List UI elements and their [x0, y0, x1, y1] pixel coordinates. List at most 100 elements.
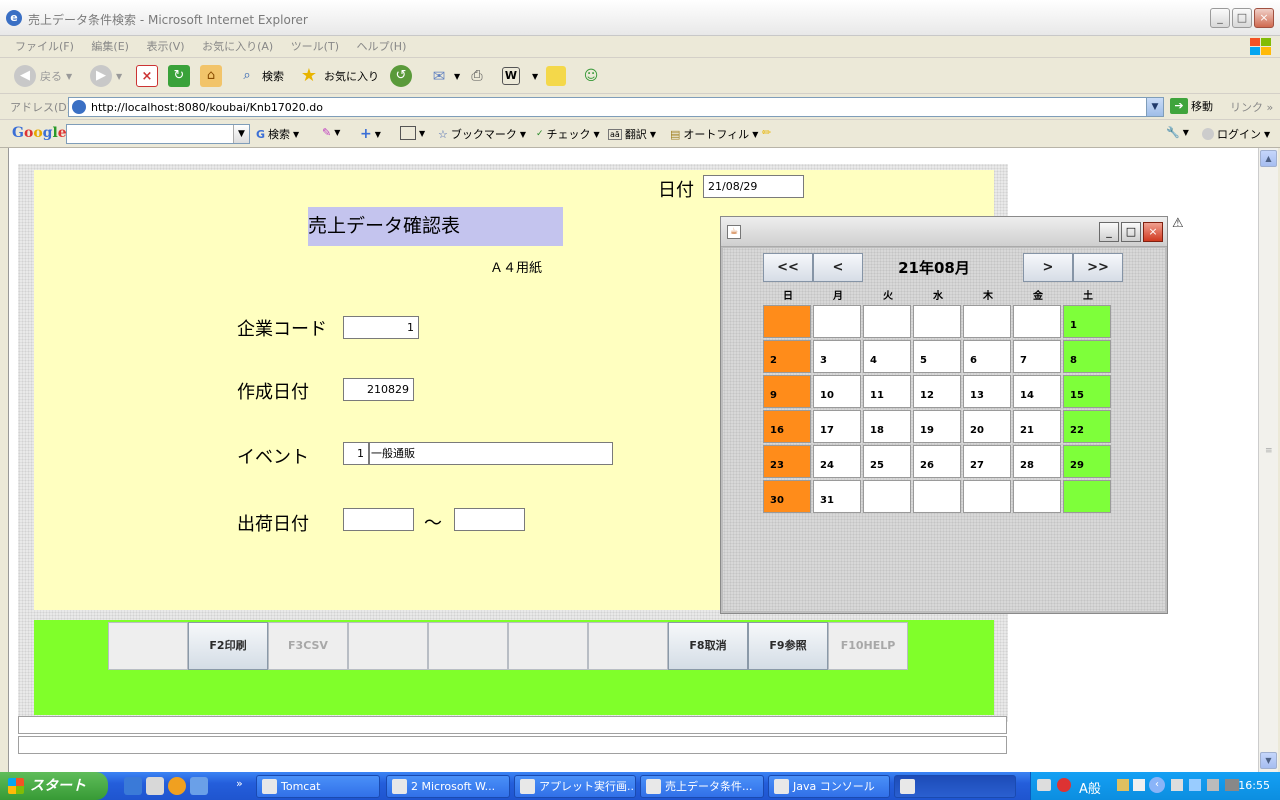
vertical-scrollbar[interactable]: ▲ ≡ ▼	[1258, 148, 1278, 772]
calendar-day-cell[interactable]: 9	[763, 375, 811, 408]
calendar-day-cell[interactable]: 7	[1013, 340, 1061, 373]
calendar-day-cell[interactable]: 20	[963, 410, 1011, 443]
quicklaunch-image-icon[interactable]	[146, 777, 164, 795]
google-autofill-button[interactable]: ▤ オートフィル ▼	[670, 126, 758, 142]
google-search-dropdown-icon[interactable]: ▼	[233, 125, 249, 143]
calendar-day-cell[interactable]: 30	[763, 480, 811, 513]
calendar-titlebar[interactable]: ☕ _ □ ×	[721, 217, 1167, 247]
date-field[interactable]: 21/08/29	[703, 175, 804, 198]
refresh-button[interactable]: ↻	[168, 64, 190, 88]
ime-icon[interactable]	[1057, 778, 1071, 792]
calendar-day-cell[interactable]: 28	[1013, 445, 1061, 478]
calendar-day-cell[interactable]: 5	[913, 340, 961, 373]
edit-button[interactable]: W ▼	[502, 64, 538, 88]
mail-button[interactable]: ✉ ▼	[428, 64, 460, 88]
ime-mode[interactable]: A般	[1079, 778, 1101, 797]
stop-button[interactable]: ×	[136, 64, 158, 88]
scroll-up-icon[interactable]: ▲	[1260, 150, 1277, 167]
address-dropdown-icon[interactable]: ▼	[1146, 98, 1163, 116]
taskbar-task[interactable]: Java コンソール	[768, 775, 890, 798]
calendar-day-cell[interactable]	[763, 305, 811, 338]
calendar-day-cell[interactable]: 3	[813, 340, 861, 373]
quicklaunch-ie-icon[interactable]	[124, 777, 142, 795]
go-button[interactable]: ➔ 移動	[1170, 98, 1213, 114]
prev-month-button[interactable]: <	[813, 253, 863, 282]
calendar-day-cell[interactable]: 13	[963, 375, 1011, 408]
calendar-day-cell[interactable]	[913, 305, 961, 338]
menu-favorites[interactable]: お気に入り(A)	[195, 36, 280, 58]
google-pen-button[interactable]: ✏	[762, 126, 771, 139]
google-login-button[interactable]: ログイン ▼	[1202, 126, 1270, 142]
calendar-day-cell[interactable]: 11	[863, 375, 911, 408]
menu-edit[interactable]: 編集(E)	[84, 36, 136, 58]
calendar-day-cell[interactable]	[1063, 480, 1111, 513]
tray-expand-icon[interactable]: ‹	[1149, 777, 1165, 793]
prev-year-button[interactable]: <<	[763, 253, 813, 282]
calendar-day-cell[interactable]: 25	[863, 445, 911, 478]
calendar-day-cell[interactable]	[913, 480, 961, 513]
calendar-day-cell[interactable]: 14	[1013, 375, 1061, 408]
calendar-day-cell[interactable]: 8	[1063, 340, 1111, 373]
google-search-input[interactable]: ▼	[66, 124, 250, 144]
ship-date-from-field[interactable]	[343, 508, 414, 531]
quicklaunch-media-icon[interactable]	[168, 777, 186, 795]
calendar-day-cell[interactable]: 22	[1063, 410, 1111, 443]
back-button[interactable]: ◀ 戻る ▼	[14, 64, 72, 88]
menu-file[interactable]: ファイル(F)	[8, 36, 81, 58]
scroll-down-icon[interactable]: ▼	[1260, 752, 1277, 769]
history-button[interactable]: ↺	[390, 64, 412, 88]
taskbar-task[interactable]: 売上データ条件...	[640, 775, 764, 798]
google-add-button[interactable]: + ▼	[360, 126, 381, 142]
calendar-day-cell[interactable]	[963, 480, 1011, 513]
google-check-button[interactable]: ✓ チェック ▼	[536, 126, 600, 142]
menu-help[interactable]: ヘルプ(H)	[350, 36, 414, 58]
favorites-button[interactable]: ★ お気に入り	[298, 64, 379, 88]
minimize-button[interactable]: _	[1210, 8, 1230, 28]
calendar-day-cell[interactable]	[863, 305, 911, 338]
calendar-day-cell[interactable]: 15	[1063, 375, 1111, 408]
messenger-button[interactable]: ☺	[580, 64, 602, 88]
calendar-day-cell[interactable]: 24	[813, 445, 861, 478]
fkey-8[interactable]: F8取消	[668, 622, 748, 670]
calendar-day-cell[interactable]	[1013, 305, 1061, 338]
created-date-field[interactable]: 210829	[343, 378, 414, 401]
quicklaunch-more-icon[interactable]: »	[236, 777, 243, 790]
taskbar-task[interactable]	[894, 775, 1016, 798]
address-input[interactable]: http://localhost:8080/koubai/Knb17020.do…	[68, 97, 1164, 117]
calendar-day-cell[interactable]	[813, 305, 861, 338]
calendar-day-cell[interactable]: 6	[963, 340, 1011, 373]
menu-view[interactable]: 表示(V)	[139, 36, 191, 58]
company-code-field[interactable]: 1	[343, 316, 419, 339]
event-code-field[interactable]: 1	[343, 442, 369, 465]
calendar-day-cell[interactable]: 16	[763, 410, 811, 443]
calendar-day-cell[interactable]	[1013, 480, 1061, 513]
google-translate-button[interactable]: aā 翻訳 ▼	[608, 126, 656, 142]
taskbar-task[interactable]: 2 Microsoft W...	[386, 775, 510, 798]
calendar-minimize-button[interactable]: _	[1099, 222, 1119, 242]
calendar-day-cell[interactable]: 27	[963, 445, 1011, 478]
print-button[interactable]: ⎙	[466, 64, 488, 88]
calendar-close-button[interactable]: ×	[1143, 222, 1163, 242]
calendar-day-cell[interactable]: 21	[1013, 410, 1061, 443]
calendar-day-cell[interactable]: 23	[763, 445, 811, 478]
discuss-button[interactable]	[546, 64, 566, 88]
calendar-day-cell[interactable]: 12	[913, 375, 961, 408]
home-button[interactable]: ⌂	[200, 64, 222, 88]
next-year-button[interactable]: >>	[1073, 253, 1123, 282]
calendar-day-cell[interactable]: 26	[913, 445, 961, 478]
calendar-maximize-button[interactable]: □	[1121, 222, 1141, 242]
fkey-2[interactable]: F2印刷	[188, 622, 268, 670]
calendar-day-cell[interactable]: 31	[813, 480, 861, 513]
calendar-day-cell[interactable]	[863, 480, 911, 513]
fkey-9[interactable]: F9参照	[748, 622, 828, 670]
google-popup-button[interactable]: ▼	[400, 126, 425, 140]
google-search-button[interactable]: G 検索 ▼	[256, 126, 299, 142]
google-bookmarks-button[interactable]: ☆ ブックマーク ▼	[438, 126, 526, 142]
taskbar-task[interactable]: Tomcat	[256, 775, 380, 798]
start-button[interactable]: スタート	[0, 772, 108, 800]
search-button[interactable]: ⌕ 検索	[236, 64, 284, 88]
taskbar-task[interactable]: アプレット実行画...	[514, 775, 636, 798]
calendar-day-cell[interactable]: 10	[813, 375, 861, 408]
calendar-day-cell[interactable]: 1	[1063, 305, 1111, 338]
calendar-day-cell[interactable]: 17	[813, 410, 861, 443]
